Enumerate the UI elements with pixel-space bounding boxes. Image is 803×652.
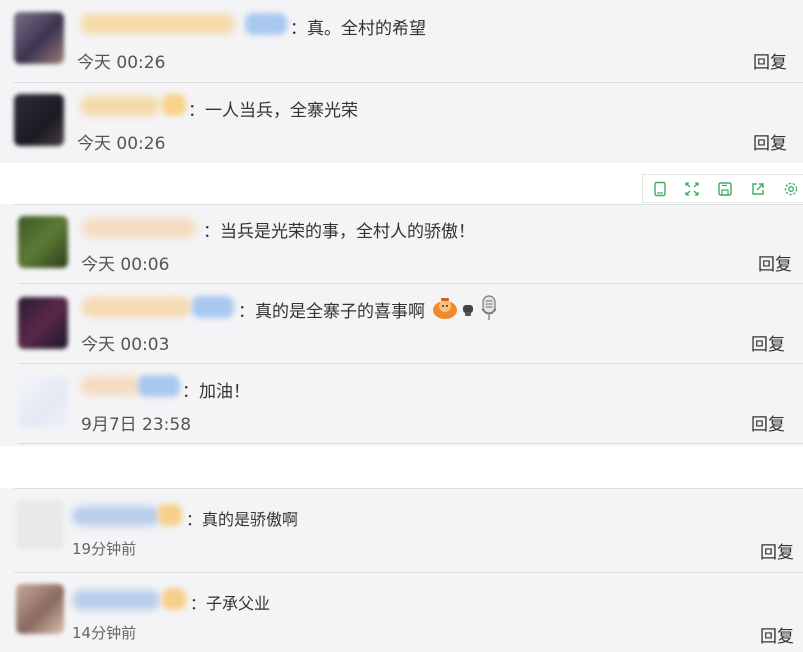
- comment-text: ：真。全村的希望: [290, 19, 426, 39]
- comment-text: ：真的是骄傲啊: [186, 510, 299, 529]
- share-icon[interactable]: [750, 181, 766, 197]
- reply-button[interactable]: 回复: [760, 538, 794, 563]
- comment-text: ：一人当兵，全寨光荣: [188, 101, 358, 121]
- username[interactable]: [82, 218, 197, 238]
- reply-button[interactable]: 回复: [753, 129, 787, 154]
- avatar[interactable]: [18, 216, 68, 268]
- comment-time: 今天 00:26: [77, 134, 166, 154]
- comment-time: 9月7日 23:58: [81, 415, 192, 435]
- avatar[interactable]: [16, 584, 64, 634]
- floating-toolbar: [642, 174, 803, 203]
- user-badge: [162, 588, 186, 610]
- expand-icon[interactable]: [684, 181, 700, 197]
- username[interactable]: [72, 590, 160, 610]
- user-badge: [138, 375, 180, 397]
- comment-text: ：真的是全寨子的喜事啊: [238, 302, 425, 322]
- page-icon[interactable]: [652, 181, 668, 197]
- emoji-icon: [432, 296, 458, 320]
- comment-text: ：子承父业: [190, 594, 271, 613]
- comment-section-1: ：真。全村的希望 今天 00:26 回复 ：一人当兵，全寨光荣 今天 00:26…: [0, 0, 803, 163]
- username[interactable]: [82, 297, 192, 317]
- divider: [18, 443, 803, 444]
- reply-button[interactable]: 回复: [758, 250, 792, 275]
- save-icon[interactable]: [717, 181, 733, 197]
- comment-time: 今天 00:06: [81, 255, 170, 275]
- avatar[interactable]: [18, 376, 68, 428]
- avatar[interactable]: [14, 12, 64, 64]
- microphone-icon: [479, 295, 499, 321]
- reply-button[interactable]: 回复: [751, 410, 785, 435]
- comment-text: ：当兵是光荣的事，全村人的骄傲！: [203, 222, 475, 242]
- comment-section-3: ：真的是骄傲啊 19分钟前 回复 ：子承父业 14分钟前 回复: [0, 488, 803, 652]
- user-badge: [192, 296, 234, 318]
- username[interactable]: [80, 14, 235, 34]
- comment-text: ：加油！: [182, 382, 250, 402]
- username[interactable]: [80, 376, 142, 396]
- divider: [18, 283, 803, 284]
- comment-time: 今天 00:26: [77, 53, 166, 73]
- fist-icon: [460, 301, 476, 317]
- comment-time: 今天 00:03: [81, 335, 170, 355]
- username[interactable]: [80, 96, 160, 116]
- username[interactable]: [72, 506, 160, 526]
- settings-icon[interactable]: [783, 181, 799, 197]
- divider: [18, 363, 803, 364]
- comment-time: 19分钟前: [72, 540, 137, 558]
- reply-button[interactable]: 回复: [751, 330, 785, 355]
- reply-button[interactable]: 回复: [753, 48, 787, 73]
- user-badge: [245, 13, 287, 35]
- user-badge: [162, 94, 186, 116]
- reply-button[interactable]: 回复: [760, 622, 794, 647]
- avatar[interactable]: [14, 94, 64, 146]
- divider: [14, 488, 803, 489]
- user-badge: [158, 504, 182, 526]
- avatar[interactable]: [18, 297, 68, 349]
- divider: [14, 572, 803, 573]
- divider: [14, 82, 803, 83]
- avatar[interactable]: [16, 500, 64, 550]
- divider: [14, 204, 803, 205]
- comment-time: 14分钟前: [72, 624, 137, 642]
- comment-section-2: ：当兵是光荣的事，全村人的骄傲！ 今天 00:06 回复 ：真的是全寨子的喜事啊…: [0, 204, 803, 446]
